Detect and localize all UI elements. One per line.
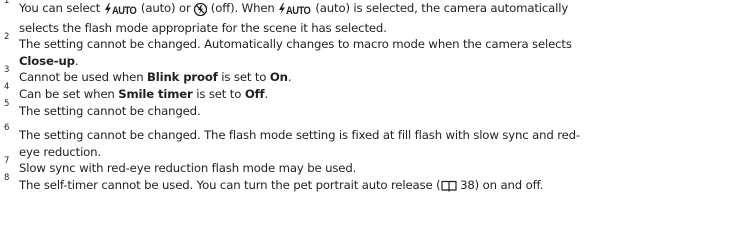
footnote-text: The setting cannot be changed. <box>19 103 201 118</box>
footnote-text: The setting cannot be changed. The flash… <box>19 128 580 143</box>
footnotes-list: 1 You can select AUTO (auto) or (off). Wh… <box>4 0 744 196</box>
footnote-line: selects the flash mode appropriate for t… <box>4 20 744 37</box>
flash-auto-icon: AUTO <box>104 3 138 20</box>
footnote-text: Slow sync with red-eye reduction flash m… <box>19 161 357 176</box>
footnote-line: eye reduction. <box>4 144 744 161</box>
footnote-text: is set to <box>217 70 270 85</box>
footnote-line: 7 Slow sync with red-eye reduction flash … <box>4 156 744 177</box>
footnote-number: 8 <box>4 172 10 183</box>
footnote-text: eye reduction. <box>19 144 102 159</box>
footnote-text: Can be set when <box>19 86 119 101</box>
footnote-line: 1 You can select AUTO (auto) or (off). Wh… <box>4 0 744 20</box>
footnote-line: 5 The setting cannot be changed. <box>4 99 744 120</box>
footnote-text: . <box>74 53 79 68</box>
footnote-line: Close-up. <box>4 53 744 70</box>
flash-off-icon <box>194 2 208 19</box>
footnote-text: . <box>264 86 269 101</box>
footnote-number: 3 <box>4 65 10 76</box>
footnote-line: 3 Cannot be used when Blink proof is set … <box>4 65 744 86</box>
footnote-text: 38) on and off. <box>456 177 544 192</box>
footnote-line: 2 The setting cannot be changed. Automati… <box>4 32 744 53</box>
footnote-line: 6 The setting cannot be changed. The flas… <box>4 123 744 144</box>
flash-auto-icon: AUTO <box>278 3 312 20</box>
book-icon <box>440 179 457 196</box>
footnote-text: Cannot be used when <box>19 70 148 85</box>
footnote-number: 7 <box>4 156 10 167</box>
footnote-number: 4 <box>4 81 10 92</box>
footnote-text: (auto) is selected, the camera automatic… <box>311 1 569 15</box>
footnote-number: 1 <box>4 0 10 6</box>
footnote-text: is set to <box>192 86 245 101</box>
footnote-text: (auto) or <box>137 1 195 15</box>
setting-name: Close-up <box>19 53 75 68</box>
footnote-line: 4 Can be set when Smile timer is set to O… <box>4 82 744 103</box>
setting-name: Off <box>244 86 265 101</box>
footnote-number: 2 <box>4 32 10 43</box>
footnote-text: selects the flash mode appropriate for t… <box>19 20 387 35</box>
footnote-text: . <box>287 70 292 85</box>
footnote-text: (off). When <box>207 1 279 15</box>
setting-name: Blink proof <box>147 70 218 85</box>
footnote-number: 5 <box>4 98 10 109</box>
setting-name: On <box>269 70 288 85</box>
footnote-text: The self-timer cannot be used. You can t… <box>19 177 441 192</box>
footnote-line: 8 The self-timer cannot be used. You can … <box>4 173 744 196</box>
footnote-text: The setting cannot be changed. Automatic… <box>19 37 572 52</box>
setting-name: Smile timer <box>118 86 193 101</box>
note-spacer <box>4 119 744 127</box>
footnote-text: You can select <box>19 1 104 15</box>
footnote-number: 6 <box>4 123 10 134</box>
